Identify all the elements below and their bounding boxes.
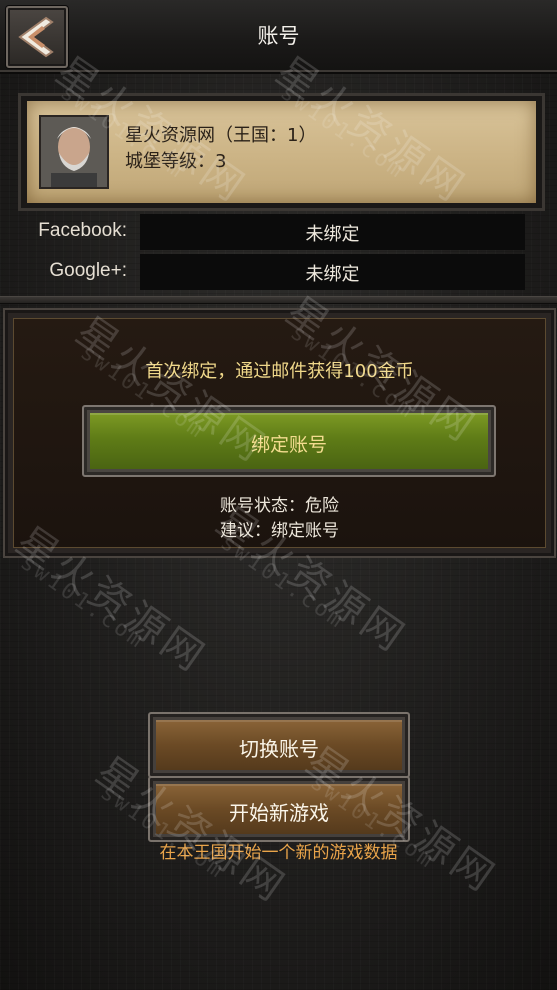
bind-button-face: 绑定账号 xyxy=(90,413,488,469)
profile-card: 星火资源网（王国：1） 城堡等级：3 xyxy=(18,93,545,211)
player-name: 星火资源网（王国：1） xyxy=(125,125,317,146)
avatar xyxy=(39,115,109,189)
bind-account-panel: 首次绑定，通过邮件获得100金币 绑定账号 账号状态：危险 建议：绑定账号 xyxy=(3,308,556,558)
section-divider xyxy=(0,296,557,304)
bind-panel-inner: 首次绑定，通过邮件获得100金币 绑定账号 账号状态：危险 建议：绑定账号 xyxy=(13,318,546,548)
google-status-box: 未绑定 xyxy=(140,254,525,290)
castle-level: 城堡等级：3 xyxy=(125,151,227,172)
new-game-button-face: 开始新游戏 xyxy=(156,784,402,834)
facebook-bind-row: Facebook: 未绑定 xyxy=(0,214,557,250)
google-bind-row: Google+: 未绑定 xyxy=(0,254,557,290)
title-bar: 账号 xyxy=(0,0,557,72)
switch-account-button[interactable]: 切换账号 xyxy=(148,712,410,778)
facebook-label: Facebook: xyxy=(38,220,127,241)
new-game-button[interactable]: 开始新游戏 xyxy=(148,776,410,842)
switch-button-face: 切换账号 xyxy=(156,720,402,770)
parchment-panel: 星火资源网（王国：1） 城堡等级：3 xyxy=(27,101,536,203)
account-advice: 建议：绑定账号 xyxy=(220,521,339,541)
google-label: Google+: xyxy=(49,260,127,281)
google-status: 未绑定 xyxy=(305,264,360,285)
new-game-description: 在本王国开始一个新的游戏数据 xyxy=(159,843,398,863)
switch-account-label: 切换账号 xyxy=(239,737,319,761)
facebook-status: 未绑定 xyxy=(305,224,360,245)
bind-account-button[interactable]: 绑定账号 xyxy=(82,405,496,477)
facebook-status-box: 未绑定 xyxy=(140,214,525,250)
bind-reward-hint: 首次绑定，通过邮件获得100金币 xyxy=(145,361,414,382)
bind-button-label: 绑定账号 xyxy=(250,434,327,456)
page-title: 账号 xyxy=(257,24,300,48)
account-status: 账号状态：危险 xyxy=(220,496,339,516)
new-game-label: 开始新游戏 xyxy=(229,801,329,825)
